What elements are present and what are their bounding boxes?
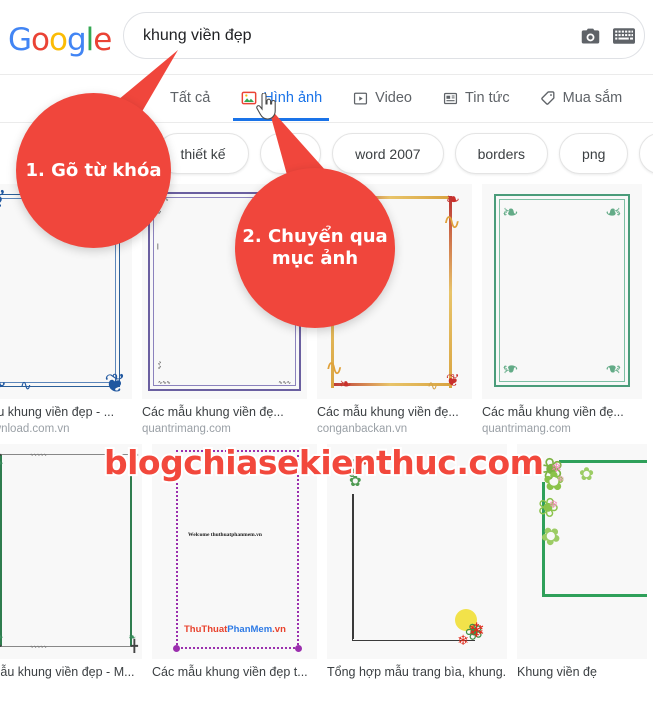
news-icon [442,90,459,107]
result-title: Mẫu khung viền đẹp - ... [0,405,115,419]
tab-label: Tin tức [464,90,510,106]
search-box-icons [578,24,636,48]
camera-icon[interactable] [578,24,602,48]
image-result-item[interactable]: ❧ ❧ ❧ ❧ Các mẫu khung viền đẹ... quantri… [482,184,642,437]
result-thumbnail[interactable]: ❧ ❧ ❧ ❧ [482,184,642,399]
tab-mua-sam[interactable]: Mua sắm [525,75,638,121]
result-domain: download.com.vn [0,423,70,435]
google-images-search-page: Google khung viền đẹp Tất cả Hình ảnh Vi… [0,0,653,701]
result-title: Các mẫu khung viền đẹ... [482,405,624,419]
result-title: Mẫu khung viền đẹp - M... [0,665,135,679]
result-title: Tổng hợp mẫu trang bìa, khung... [327,665,507,679]
callout-bubble-2: 2. Chuyển qua mục ảnh [235,168,395,328]
frame-inner-text: Welcome thuthuatphanmem.vn [188,532,262,538]
callout-text: 1. Gõ từ khóa [25,159,162,181]
callout-bubble-1: 1. Gõ từ khóa [16,93,171,248]
green-ornament-frame-art: ❧ ❧ ❧ ❧ [482,184,642,399]
tag-icon [540,90,557,107]
result-title: Khung viền đẹ [517,665,597,679]
chip-item[interactable]: borders [454,133,549,174]
tab-them[interactable]: Thêm [637,75,653,121]
result-title: Các mẫu khung viền đẹ... [142,405,284,419]
chip-item[interactable]: d [639,133,653,174]
callout-text: 2. Chuyển qua mục ảnh [242,226,388,269]
keyboard-icon[interactable] [612,24,636,48]
chip-item[interactable]: png [559,133,629,174]
result-domain: quantrimang.com [482,423,571,435]
tab-label: Mua sắm [562,90,623,106]
result-domain: conganbackan.vn [317,423,408,435]
watermark-text: blogchiasekienthuc.com [102,441,546,484]
hand-pointer-cursor [256,93,276,120]
result-title: Các mẫu khung viền đẹ... [317,405,459,419]
tab-tin-tuc[interactable]: Tin tức [427,75,525,121]
more-dots-icon [649,90,653,107]
result-domain: quantrimang.com [142,423,231,435]
result-title: Các mẫu khung viền đẹp t... [152,665,308,679]
